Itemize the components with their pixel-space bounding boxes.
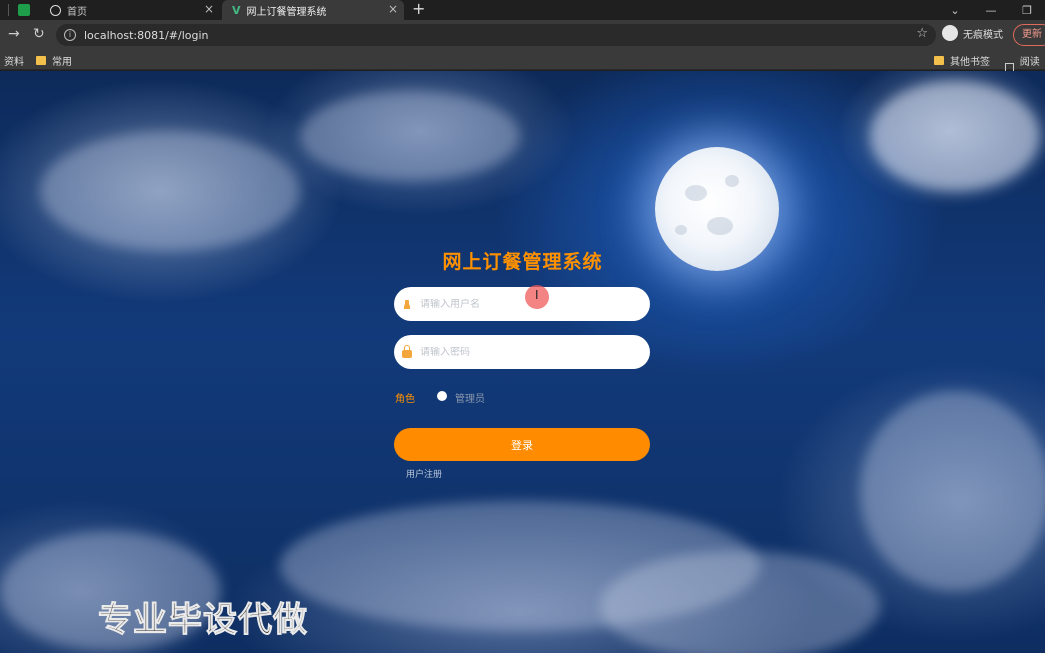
tab-home-label: 首页 bbox=[67, 6, 87, 18]
new-tab-button[interactable]: + bbox=[412, 0, 425, 18]
cloud-shape bbox=[40, 131, 300, 251]
tab-separator bbox=[8, 4, 9, 16]
user-icon bbox=[402, 299, 412, 309]
lock-icon bbox=[402, 344, 412, 358]
moon-image bbox=[655, 147, 779, 271]
folder-icon bbox=[36, 56, 46, 65]
url-text[interactable]: localhost:8081/#/login bbox=[84, 29, 209, 42]
window-controls: ⌄ — ❐ bbox=[937, 0, 1045, 20]
cloud-shape bbox=[860, 391, 1045, 591]
bookmark-folder-other[interactable]: 其他书签 bbox=[934, 53, 990, 68]
bookmark-partial[interactable]: 资料 bbox=[4, 53, 24, 68]
incognito-label: 无痕模式 bbox=[963, 29, 1003, 41]
bookmark-folder-common[interactable]: 常用 bbox=[36, 53, 72, 68]
cloud-shape bbox=[300, 91, 520, 181]
password-input[interactable] bbox=[420, 346, 640, 358]
browser-tab-strip: 首页 × V 网上订餐管理系统 × + ⌄ — ❐ bbox=[0, 0, 1045, 20]
cloud-shape bbox=[870, 81, 1040, 191]
tab-active-label: 网上订餐管理系统 bbox=[246, 6, 327, 18]
close-tab-icon[interactable]: × bbox=[388, 2, 398, 16]
address-bar[interactable]: i localhost:8081/#/login ☆ bbox=[56, 24, 936, 46]
login-page-background: 网上订餐管理系统 角色 管理员 登录 用户注册 I 专业毕设代做 bbox=[0, 71, 1045, 653]
username-field[interactable] bbox=[394, 287, 650, 321]
role-radio-admin[interactable] bbox=[437, 391, 447, 401]
login-button[interactable]: 登录 bbox=[394, 428, 650, 461]
folder-icon bbox=[934, 56, 944, 65]
role-option-label[interactable]: 管理员 bbox=[455, 390, 485, 405]
moon-crater bbox=[707, 217, 733, 235]
login-title: 网上订餐管理系统 bbox=[442, 251, 603, 273]
bookmark-label: 其他书签 bbox=[950, 57, 990, 68]
reload-icon[interactable]: ↻ bbox=[33, 26, 45, 42]
text-cursor-icon: I bbox=[535, 288, 539, 302]
register-link[interactable]: 用户注册 bbox=[406, 467, 442, 480]
minimize-icon[interactable]: — bbox=[973, 4, 1009, 17]
bookmark-label: 资料 bbox=[4, 57, 24, 68]
bookmark-label: 常用 bbox=[52, 57, 72, 68]
globe-icon bbox=[50, 4, 61, 16]
browser-toolbar: → ↻ i localhost:8081/#/login ☆ 无痕模式 更新 bbox=[0, 20, 1045, 50]
video-watermark: 专业毕设代做 bbox=[98, 600, 308, 641]
update-button[interactable]: 更新 bbox=[1013, 24, 1045, 46]
restore-icon[interactable]: ❐ bbox=[1009, 4, 1045, 17]
tab-active[interactable]: V 网上订餐管理系统 × bbox=[222, 0, 404, 20]
password-field[interactable] bbox=[394, 335, 650, 369]
role-label: 角色 bbox=[395, 394, 415, 405]
incognito-indicator[interactable]: 无痕模式 bbox=[942, 25, 1003, 41]
sheets-tab-icon[interactable] bbox=[18, 4, 30, 16]
incognito-icon bbox=[942, 25, 958, 41]
chevron-down-icon[interactable]: ⌄ bbox=[937, 4, 973, 17]
close-tab-icon[interactable]: × bbox=[204, 2, 214, 16]
info-icon[interactable]: i bbox=[64, 29, 76, 41]
bookmark-star-icon[interactable]: ☆ bbox=[916, 26, 928, 41]
moon-crater bbox=[685, 185, 707, 201]
vue-logo-icon: V bbox=[232, 3, 241, 17]
cloud-shape bbox=[600, 551, 880, 653]
bookmarks-bar: 资料 常用 其他书签 阅读清 bbox=[0, 50, 1045, 83]
moon-crater bbox=[675, 225, 687, 235]
moon-crater bbox=[725, 175, 739, 187]
forward-icon[interactable]: → bbox=[8, 26, 20, 42]
tab-home[interactable]: 首页 × bbox=[40, 0, 220, 20]
